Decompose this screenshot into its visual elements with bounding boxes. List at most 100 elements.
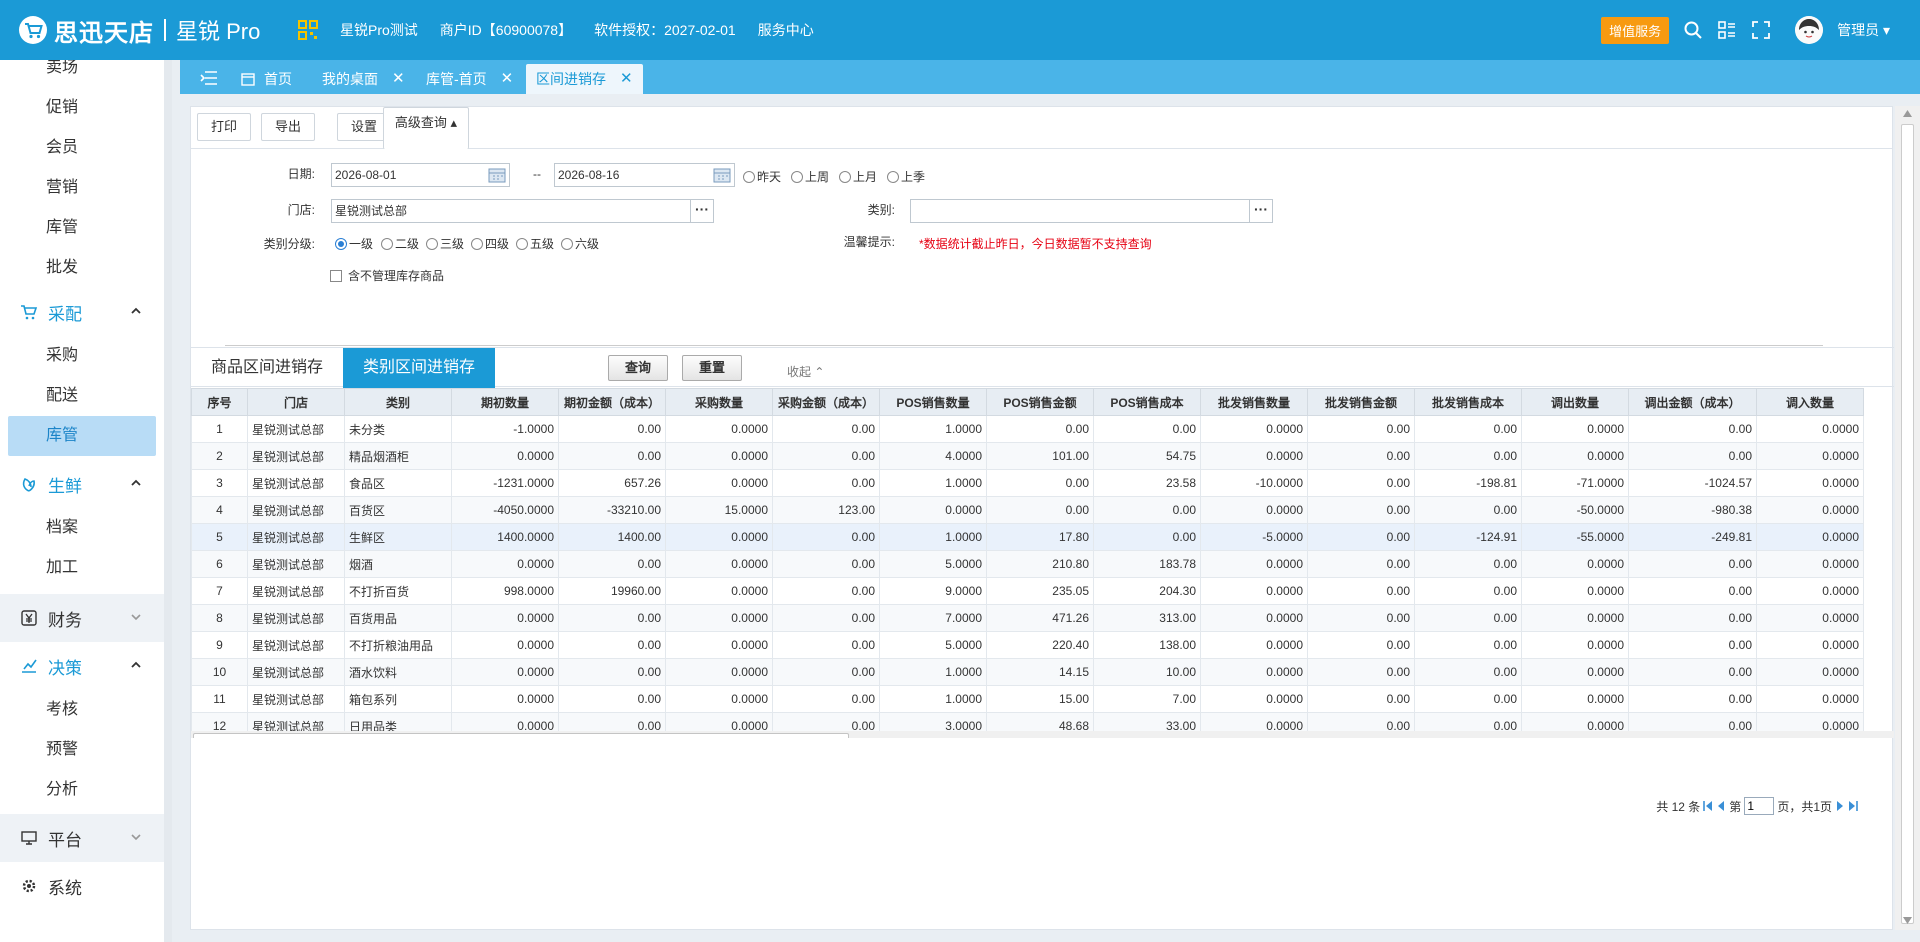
advanced-query-button[interactable]: 高级查询 ▴ [383, 107, 469, 149]
category-picker-button[interactable]: ··· [1249, 199, 1273, 223]
table-row[interactable]: 5 星锐测试总部 生鲜区 1400.0000 1400.00 0.0000 0.00 1.00… [191, 523, 1864, 551]
radio-level-3[interactable]: 三级 [426, 235, 464, 252]
radio-last-quarter[interactable]: 上季 [887, 168, 925, 185]
tab-category-report[interactable]: 类别区间进销存 [343, 348, 495, 388]
menu-toggle-icon[interactable] [200, 70, 218, 86]
column-header[interactable]: 调入数量 [1756, 388, 1864, 416]
table-row[interactable]: 7 星锐测试总部 不打折百货 998.0000 19960.00 0.0000 0.00 9.… [191, 577, 1864, 605]
radio-last-week[interactable]: 上周 [791, 168, 829, 185]
scroll-down-icon[interactable] [1903, 917, 1912, 924]
tab-product-report[interactable]: 商品区间进销存 [191, 348, 343, 388]
column-header[interactable]: 期初金额（成本） [558, 388, 666, 416]
radio-level-1[interactable]: 一级 [335, 235, 373, 252]
column-header[interactable]: 采购数量 [665, 388, 773, 416]
print-button[interactable]: 打印 [197, 113, 251, 141]
close-icon[interactable]: ✕ [392, 64, 405, 94]
sidebar-group-label: 采配 [48, 304, 82, 324]
column-header[interactable]: 调出金额（成本） [1628, 388, 1757, 416]
column-header[interactable]: 门店 [247, 388, 345, 416]
table-row[interactable]: 10 星锐测试总部 酒水饮料 0.0000 0.00 0.0000 0.00 1.0000 14… [191, 658, 1864, 686]
last-page-icon[interactable] [1848, 800, 1858, 812]
sidebar-item-procurement[interactable]: 采购 [0, 336, 164, 376]
category-input[interactable]: ··· [910, 199, 1273, 223]
column-header[interactable]: 采购金额（成本） [772, 388, 880, 416]
sidebar-item-promotion[interactable]: 促销 [0, 88, 164, 128]
first-page-icon[interactable] [1703, 800, 1713, 812]
gear-icon [22, 879, 36, 893]
tab-interval-report[interactable]: 区间进销存 ✕ [526, 64, 643, 94]
radio-level-2[interactable]: 二级 [381, 235, 419, 252]
user-avatar[interactable] [1795, 16, 1824, 44]
column-header[interactable]: 类别 [344, 388, 452, 416]
sidebar-item-analysis[interactable]: 分析 [0, 770, 164, 810]
table-row[interactable]: 4 星锐测试总部 百货区 -4050.0000 -33210.00 15.0000 123.… [191, 496, 1864, 524]
user-menu[interactable]: 管理员 ▾ [1837, 20, 1890, 40]
column-header[interactable]: 批发销售数量 [1200, 388, 1308, 416]
sidebar-item-member[interactable]: 会员 [0, 128, 164, 168]
tab-my-desktop[interactable]: 我的桌面 ✕ [322, 64, 405, 94]
calendar-icon[interactable] [488, 167, 506, 183]
service-center-link[interactable]: 服务中心 [758, 20, 814, 40]
column-header[interactable]: 调出数量 [1521, 388, 1629, 416]
exclude-non-stock-checkbox[interactable]: 含不管理库存商品 [330, 267, 444, 284]
date-to-input[interactable]: 2026-08-16 [554, 163, 735, 187]
table-row[interactable]: 11 星锐测试总部 箱包系列 0.0000 0.00 0.0000 0.00 1.0000 15… [191, 685, 1864, 713]
scrollbar-thumb[interactable] [1901, 124, 1914, 924]
table-row[interactable]: 1 星锐测试总部 未分类 -1.0000 0.00 0.0000 0.00 1.0000 0.0… [191, 415, 1864, 443]
radio-level-4[interactable]: 四级 [471, 235, 509, 252]
horizontal-scrollbar[interactable] [191, 731, 1894, 738]
column-header[interactable]: POS销售金额 [986, 388, 1094, 416]
column-header[interactable]: 批发销售金额 [1307, 388, 1415, 416]
calendar-icon[interactable] [713, 167, 731, 183]
sidebar-item-sales-floor[interactable]: 卖场 [0, 60, 164, 88]
search-icon[interactable] [1683, 20, 1703, 40]
table-row[interactable]: 2 星锐测试总部 精品烟酒柜 0.0000 0.00 0.0000 0.00 4.0000 10… [191, 442, 1864, 470]
store-picker-button[interactable]: ··· [690, 199, 714, 223]
sidebar-item-marketing[interactable]: 营销 [0, 168, 164, 208]
radio-level-5[interactable]: 五级 [516, 235, 554, 252]
qr-code-icon[interactable] [298, 20, 318, 40]
sidebar-group-purchase[interactable]: 采配 [0, 288, 164, 336]
table-row[interactable]: 8 星锐测试总部 百货用品 0.0000 0.00 0.0000 0.00 7.0000 471… [191, 604, 1864, 632]
sidebar-item-inventory[interactable]: 库管 [0, 208, 164, 248]
sidebar-item-stock-mgmt[interactable]: 库管 [8, 416, 156, 456]
radio-last-month[interactable]: 上月 [839, 168, 877, 185]
vertical-scrollbar[interactable] [1895, 106, 1920, 930]
radio-level-6[interactable]: 六级 [561, 235, 599, 252]
sidebar-item-wholesale[interactable]: 批发 [0, 248, 164, 288]
scroll-up-icon[interactable] [1903, 110, 1912, 117]
close-icon[interactable]: ✕ [620, 64, 633, 94]
close-icon[interactable]: ✕ [501, 64, 514, 94]
fullscreen-icon[interactable] [1751, 20, 1771, 40]
sidebar-group-system[interactable]: 系统 [0, 862, 164, 910]
sidebar-item-alert[interactable]: 预警 [0, 730, 164, 770]
column-header[interactable]: POS销售数量 [879, 388, 987, 416]
tab-inventory-home[interactable]: 库管-首页 ✕ [426, 64, 513, 94]
export-button[interactable]: 导出 [261, 113, 315, 141]
table-row[interactable]: 6 星锐测试总部 烟酒 0.0000 0.00 0.0000 0.00 5.0000 210.8… [191, 550, 1864, 578]
column-header[interactable]: POS销售成本 [1093, 388, 1201, 416]
table-row[interactable]: 3 星锐测试总部 食品区 -1231.0000 657.26 0.0000 0.00 1.00… [191, 469, 1864, 497]
scrollbar-thumb[interactable] [193, 733, 849, 738]
radio-yesterday[interactable]: 昨天 [743, 168, 781, 185]
page-number-input[interactable] [1744, 797, 1775, 815]
tab-home[interactable]: 首页 [240, 64, 292, 94]
sidebar-item-processing[interactable]: 加工 [0, 548, 164, 588]
column-header[interactable]: 序号 [191, 388, 248, 416]
sidebar-item-archive[interactable]: 档案 [0, 508, 164, 548]
column-header[interactable]: 期初数量 [451, 388, 559, 416]
sidebar-group-platform[interactable]: 平台 [0, 814, 164, 862]
grid-menu-icon[interactable] [1717, 20, 1737, 40]
sidebar-item-assessment[interactable]: 考核 [0, 690, 164, 730]
next-page-icon[interactable] [1835, 800, 1845, 812]
date-from-input[interactable]: 2026-08-01 [331, 163, 510, 187]
sidebar-item-distribution[interactable]: 配送 [0, 376, 164, 416]
sidebar-group-finance[interactable]: 财务 [0, 594, 164, 642]
prev-page-icon[interactable] [1716, 800, 1726, 812]
column-header[interactable]: 批发销售成本 [1414, 388, 1522, 416]
sidebar-group-decision[interactable]: 决策 [0, 642, 164, 690]
store-input[interactable]: 星锐测试总部 ··· [331, 199, 714, 223]
table-row[interactable]: 9 星锐测试总部 不打折粮油用品 0.0000 0.00 0.0000 0.00 5.0000… [191, 631, 1864, 659]
value-added-service-button[interactable]: 增值服务 [1601, 16, 1670, 44]
sidebar-group-fresh[interactable]: 生鲜 [0, 460, 164, 508]
